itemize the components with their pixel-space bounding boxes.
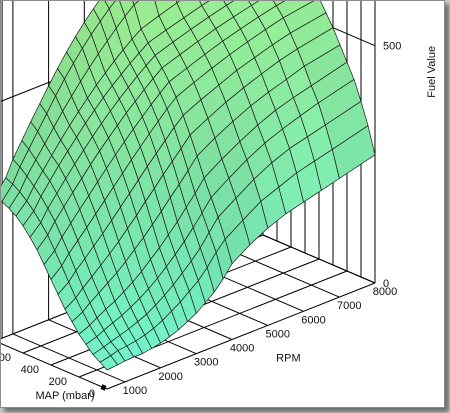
rpm-tick-label: 3000 — [194, 357, 218, 369]
rpm-tick-label: 2000 — [158, 371, 182, 383]
map-tick-label: 400 — [21, 364, 39, 376]
rpm-tick-label: 4000 — [230, 343, 254, 355]
rpm-tick-label: 5000 — [266, 328, 290, 340]
z-axis-title: Fuel Value — [426, 46, 438, 98]
map-tick-label: 600 — [1, 352, 11, 364]
fuel-map-3d-surface-chart: 1000200030004000500060007000800002004006… — [1, 1, 438, 402]
x-axis-title: RPM — [276, 353, 300, 365]
rpm-tick-label: 1000 — [123, 385, 147, 397]
chart-window: 1000200030004000500060007000800002004006… — [0, 0, 445, 408]
fuel-tick-label: 500 — [383, 41, 401, 53]
y-axis-title: MAP (mbar) — [35, 390, 94, 402]
fuel-tick-label: 0 — [383, 278, 389, 290]
rpm-tick-label: 7000 — [337, 300, 361, 312]
map-tick-label: 200 — [49, 376, 67, 388]
rpm-tick-label: 6000 — [301, 314, 325, 326]
current-cell-marker — [100, 384, 107, 391]
